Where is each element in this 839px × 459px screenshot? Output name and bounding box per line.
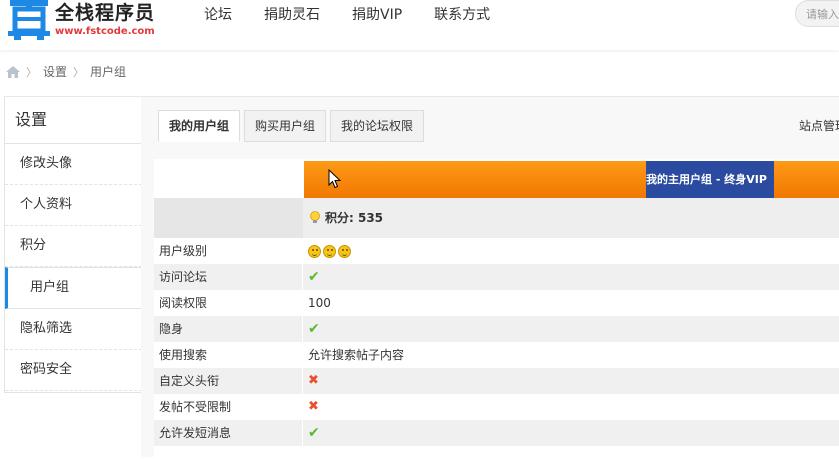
row-value: 允许搜索帖子内容: [308, 348, 405, 362]
table-row: 阅读权限 100: [154, 290, 839, 316]
score-display: 积分: 535: [309, 209, 383, 226]
row-label: 自定义头衔: [154, 368, 303, 394]
score-row: 积分: 535: [154, 198, 839, 238]
sidebar-item-privacy[interactable]: 隐私筛选: [5, 309, 142, 350]
brand-url[interactable]: www.fstcode.com: [55, 26, 155, 37]
cross-icon: ✖: [308, 399, 319, 414]
sidebar-item-avatar[interactable]: 修改头像: [5, 144, 142, 185]
smiley-icon: [323, 244, 336, 258]
smiley-icon: [338, 244, 351, 258]
sidebar-item-usergroup[interactable]: 用户组: [5, 267, 142, 309]
tab-my-usergroup[interactable]: 我的用户组: [158, 110, 241, 142]
sidebar-item-password[interactable]: 密码安全: [5, 350, 142, 391]
table-row: 允许发短消息 ✔: [154, 420, 839, 446]
sidebar-item-credits[interactable]: 积分: [5, 226, 142, 267]
logo-icon[interactable]: [6, 0, 52, 40]
smiley-icon: [308, 244, 321, 258]
nav-item-donate-vip[interactable]: 捐助VIP: [352, 4, 402, 24]
brand-title[interactable]: 全栈程序员: [55, 0, 155, 25]
main-nav: 论坛 捐助灵石 捐助VIP 联系方式: [204, 0, 522, 28]
mouse-cursor-icon: [328, 169, 341, 189]
content-layout: 设置 修改头像 个人资料 积分 用户组 隐私筛选 密码安全 我的用户组 购买用户…: [4, 96, 839, 459]
table-row: 用户级别: [154, 238, 839, 264]
row-value: 100: [308, 296, 331, 310]
settings-sidebar: 设置 修改头像 个人资料 积分 用户组 隐私筛选 密码安全: [4, 97, 143, 393]
table-row: 发帖不受限制 ✖: [154, 394, 839, 420]
tab-buy-usergroup[interactable]: 购买用户组: [244, 110, 327, 142]
check-icon: ✔: [308, 321, 320, 337]
cross-icon: ✖: [308, 373, 319, 388]
permission-list: 用户级别 访问论坛 ✔ 阅读权限 100 隐身 ✔ 使用搜索 允许搜索帖子内容 …: [154, 238, 839, 446]
usergroup-table: 我的主用户组 - 终身VIP 积分: 535 用户级别 访问论坛 ✔ 阅读权限 …: [154, 159, 839, 459]
row-label: 隐身: [154, 316, 303, 342]
table-row: 访问论坛 ✔: [154, 264, 839, 290]
row-label: 允许发短消息: [154, 420, 303, 446]
row-label: 访问论坛: [154, 264, 303, 290]
breadcrumb: 〉 设置 〉 用户组: [6, 63, 126, 80]
row-label: 用户级别: [154, 238, 303, 264]
site-admin-link[interactable]: 站点管理: [799, 117, 839, 134]
check-icon: ✔: [308, 269, 320, 285]
nav-item-forum[interactable]: 论坛: [204, 4, 232, 24]
top-header: 全栈程序员 www.fstcode.com 论坛 捐助灵石 捐助VIP 联系方式…: [0, 0, 839, 50]
user-level-value: [303, 238, 353, 264]
table-row: 自定义头衔 ✖: [154, 368, 839, 394]
sidebar-title: 设置: [5, 97, 142, 144]
breadcrumb-usergroup[interactable]: 用户组: [90, 63, 126, 80]
row-label: 阅读权限: [154, 290, 303, 316]
breadcrumb-settings[interactable]: 设置: [43, 63, 67, 80]
check-icon: ✔: [308, 425, 320, 441]
breadcrumb-separator: 〉: [73, 65, 85, 79]
home-icon[interactable]: [6, 65, 20, 78]
score-row-label-cell: [154, 198, 303, 238]
table-row: 使用搜索 允许搜索帖子内容: [154, 342, 839, 368]
table-row: 隐身 ✔: [154, 316, 839, 342]
nav-item-contact[interactable]: 联系方式: [434, 4, 490, 24]
tab-forum-permissions[interactable]: 我的论坛权限: [330, 110, 425, 142]
sidebar-item-profile[interactable]: 个人资料: [5, 185, 142, 226]
nav-item-donate-stones[interactable]: 捐助灵石: [264, 4, 320, 24]
search-input[interactable]: 请输入: [795, 0, 839, 27]
tab-bar: 我的用户组 购买用户组 我的论坛权限: [158, 110, 428, 142]
row-label: 发帖不受限制: [154, 394, 303, 420]
lightbulb-icon: [310, 210, 320, 223]
main-panel: 我的用户组 购买用户组 我的论坛权限 站点管理 我的主用户组 - 终身VIP: [141, 97, 839, 459]
group-header-bar: 我的主用户组 - 终身VIP: [304, 161, 839, 198]
main-usergroup-label: 我的主用户组 - 终身VIP: [646, 161, 774, 198]
score-value: 积分: 535: [325, 211, 384, 225]
breadcrumb-separator: 〉: [26, 65, 37, 79]
row-label: 使用搜索: [154, 342, 303, 368]
